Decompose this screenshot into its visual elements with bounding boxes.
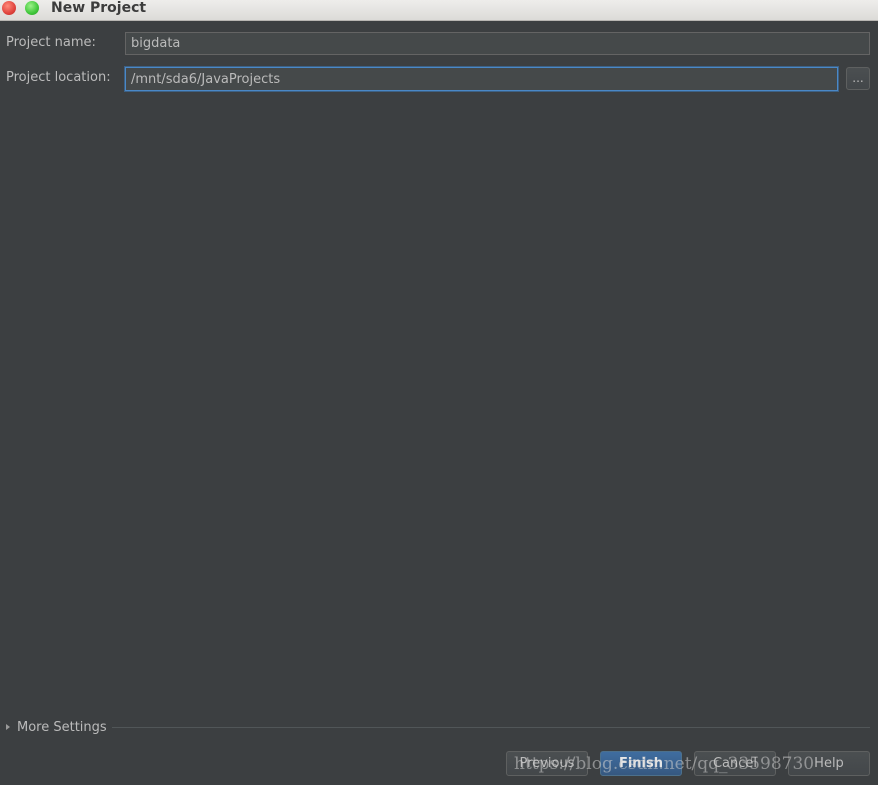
browse-button[interactable]: ... — [846, 67, 870, 90]
close-icon[interactable] — [2, 1, 16, 15]
project-name-label: Project name: — [6, 35, 96, 50]
title-bar: New Project — [0, 0, 878, 21]
separator — [112, 727, 870, 728]
project-name-input[interactable] — [125, 32, 870, 55]
help-button[interactable]: Help — [788, 751, 870, 776]
project-location-label: Project location: — [6, 70, 111, 85]
finish-button[interactable]: Finish — [600, 751, 682, 776]
previous-button[interactable]: Previous — [506, 751, 588, 776]
window-title: New Project — [51, 0, 147, 16]
maximize-icon[interactable] — [25, 1, 39, 15]
cancel-button[interactable]: Cancel — [694, 751, 776, 776]
project-location-input[interactable] — [125, 67, 838, 91]
more-settings-label: More Settings — [17, 719, 107, 735]
expand-triangle-icon — [6, 724, 10, 730]
more-settings-toggle[interactable]: More Settings — [6, 718, 107, 736]
